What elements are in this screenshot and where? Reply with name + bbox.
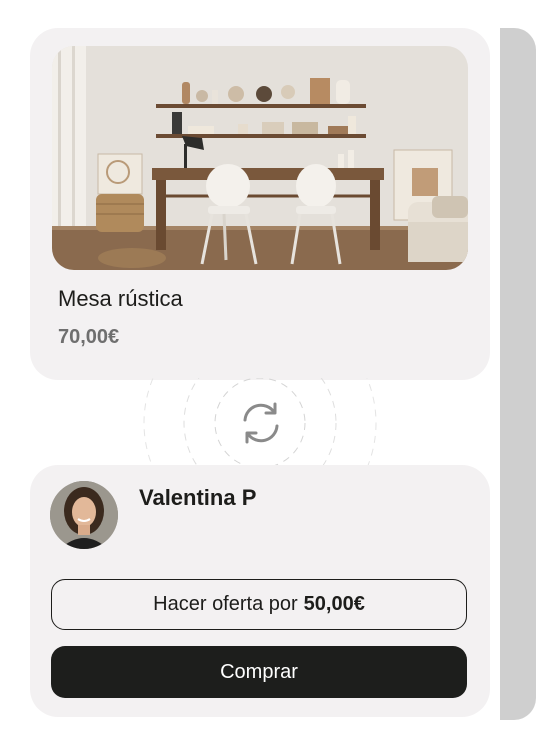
product-title: Mesa rústica	[58, 286, 183, 311]
seller-avatar[interactable]	[50, 481, 118, 549]
swap-indicator	[140, 378, 380, 468]
make-offer-button[interactable]: Hacer oferta por 50,00€	[51, 579, 467, 630]
buy-button[interactable]: Comprar	[51, 646, 467, 698]
seller-card: Valentina P Hacer oferta por 50,00€ Comp…	[30, 465, 490, 717]
buy-button-label: Comprar	[220, 660, 298, 683]
product-price: 70,00€	[58, 326, 120, 348]
offer-amount: 50,00€	[303, 593, 365, 615]
offer-button-label: Hacer oferta por	[153, 593, 298, 615]
product-card[interactable]: Mesa rústica 70,00€	[30, 28, 490, 380]
swap-arrows-icon	[243, 402, 279, 444]
stacked-card-edge	[500, 28, 536, 720]
product-image	[52, 46, 468, 270]
seller-name[interactable]: Valentina P	[139, 485, 256, 511]
